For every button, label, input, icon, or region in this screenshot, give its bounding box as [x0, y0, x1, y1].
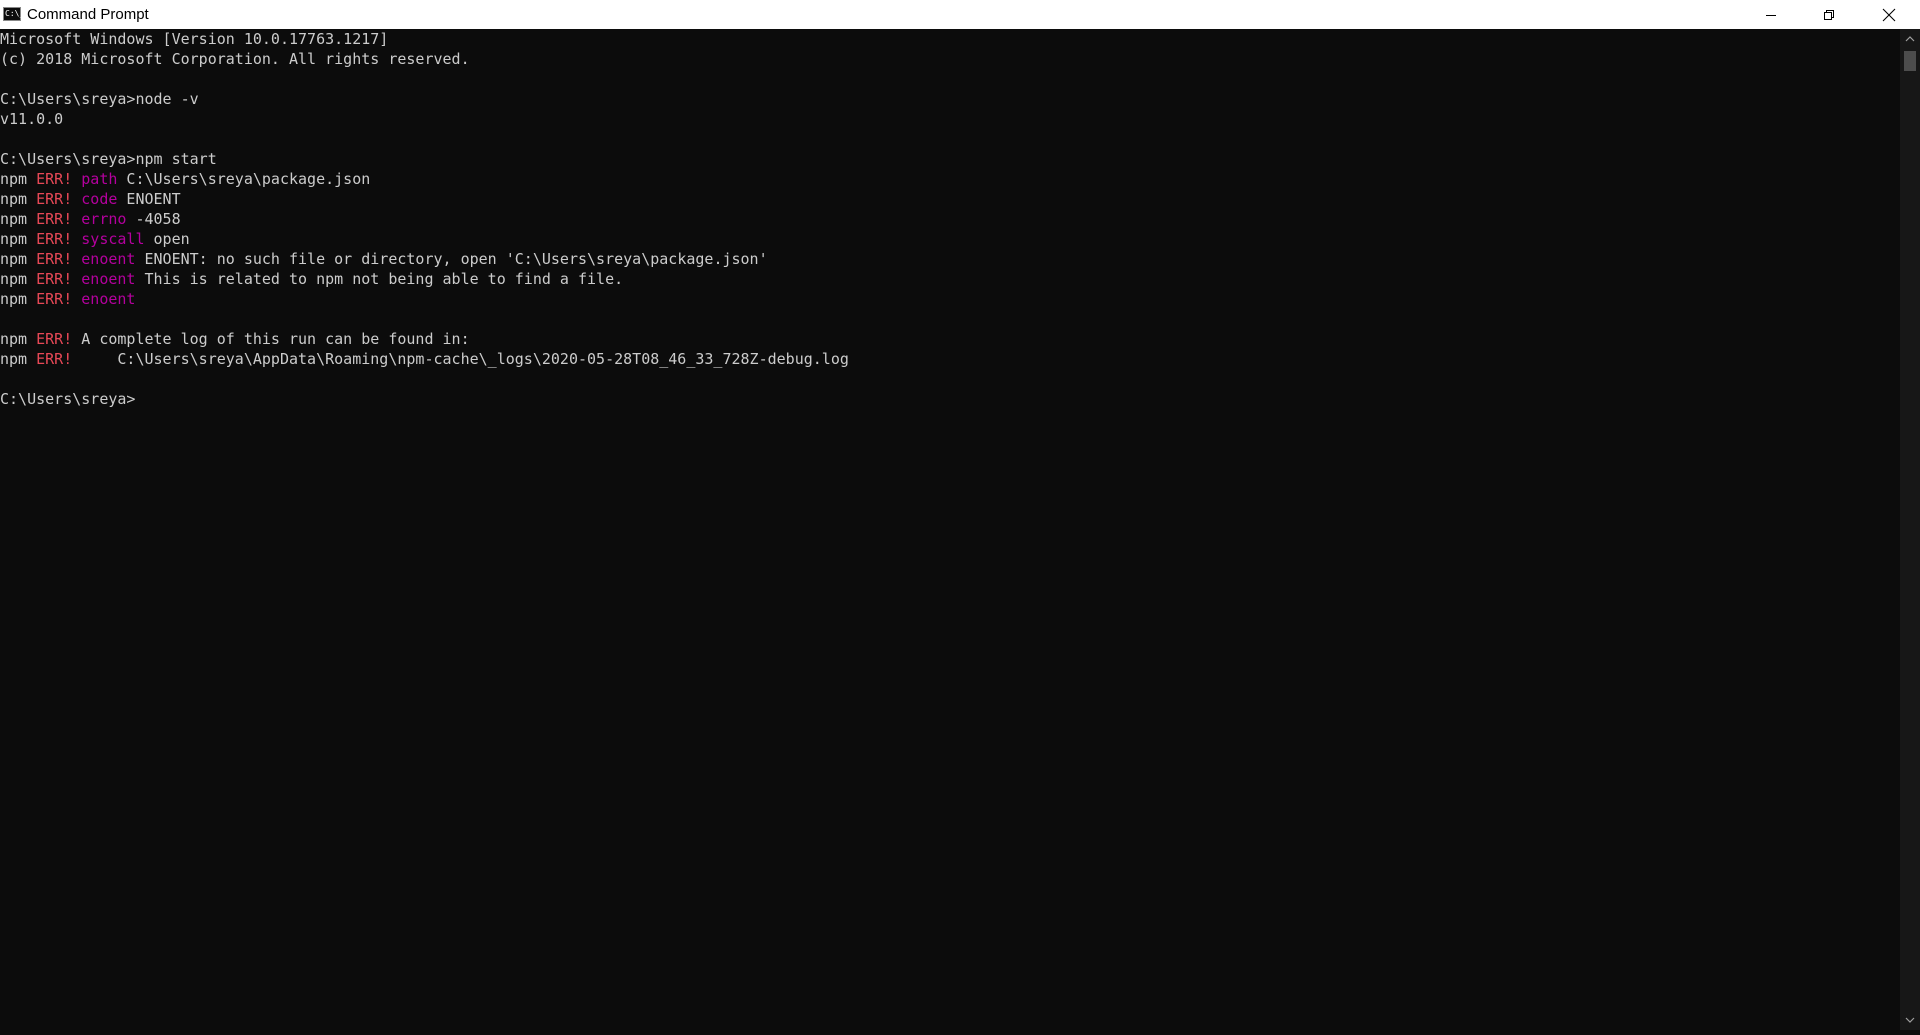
- scroll-up-arrow-icon: [1905, 36, 1915, 42]
- console-text: (c) 2018 Microsoft Corporation. All righ…: [0, 50, 470, 68]
- console-line: npm ERR! enoent ENOENT: no such file or …: [0, 249, 768, 269]
- console-line: npm ERR! enoent: [0, 289, 135, 309]
- close-icon: [1882, 8, 1896, 21]
- console-line: C:\Users\sreya>npm start: [0, 149, 217, 169]
- console-text: ENOENT: no such file or directory, open …: [135, 250, 768, 268]
- minimize-button[interactable]: [1742, 0, 1800, 29]
- error-field-key: enoent: [81, 250, 136, 268]
- error-field-key: errno: [81, 210, 127, 228]
- console-line: npm ERR! code ENOENT: [0, 189, 181, 209]
- command-prompt-window: C:\_ Command Prompt Microsoft Windows [V…: [0, 0, 1920, 1030]
- console-line: npm ERR! A complete log of this run can …: [0, 329, 470, 349]
- console-text: npm: [0, 270, 37, 288]
- console-text: v11.0.0: [0, 110, 64, 128]
- error-tag: ERR!: [36, 290, 73, 308]
- error-field-key: enoent: [81, 290, 136, 308]
- console-output[interactable]: Microsoft Windows [Version 10.0.17763.12…: [0, 29, 1900, 1030]
- console-text: A complete log of this run can be found …: [72, 330, 470, 348]
- scroll-up-button[interactable]: [1900, 29, 1920, 49]
- error-tag: ERR!: [36, 330, 73, 348]
- console-text: Microsoft Windows [Version 10.0.17763.12…: [0, 30, 389, 48]
- console-line: npm ERR! errno -4058: [0, 209, 181, 229]
- console-text: open: [144, 230, 190, 248]
- cmd-app-icon[interactable]: C:\_: [3, 7, 24, 21]
- error-field-key: syscall: [81, 230, 145, 248]
- title-bar[interactable]: C:\_ Command Prompt: [0, 0, 1920, 29]
- console-line: C:\Users\sreya>node -v: [0, 89, 199, 109]
- scroll-down-button[interactable]: [1900, 1010, 1920, 1030]
- error-field-key: enoent: [81, 270, 136, 288]
- console-text: npm: [0, 170, 37, 188]
- close-button[interactable]: [1858, 0, 1920, 29]
- error-field-key: path: [81, 170, 118, 188]
- error-tag: ERR!: [36, 190, 73, 208]
- restore-icon: [1824, 9, 1834, 20]
- restore-button[interactable]: [1800, 0, 1858, 29]
- console-line: npm ERR! C:\Users\sreya\AppData\Roaming\…: [0, 349, 849, 369]
- minimize-icon: [1766, 14, 1776, 16]
- console-text: ENOENT: [117, 190, 181, 208]
- console-text: npm: [0, 330, 37, 348]
- scroll-down-arrow-icon: [1905, 1017, 1915, 1023]
- scroll-thumb[interactable]: [1904, 51, 1916, 71]
- console-text: C:\Users\sreya\AppData\Roaming\npm-cache…: [72, 350, 849, 368]
- error-tag: ERR!: [36, 270, 73, 288]
- console-text: This is related to npm not being able to…: [135, 270, 624, 288]
- console-line: npm ERR! enoent This is related to npm n…: [0, 269, 623, 289]
- console-text: npm: [0, 190, 37, 208]
- console-line: (c) 2018 Microsoft Corporation. All righ…: [0, 49, 470, 69]
- error-tag: ERR!: [36, 170, 73, 188]
- console-text: C:\Users\sreya>: [0, 390, 136, 408]
- console-line: Microsoft Windows [Version 10.0.17763.12…: [0, 29, 388, 49]
- console-line: v11.0.0: [0, 109, 63, 129]
- console-text: C:\Users\sreya\package.json: [117, 170, 371, 188]
- vertical-scrollbar[interactable]: [1900, 29, 1920, 1030]
- console-text: C:\Users\sreya>npm start: [0, 150, 217, 168]
- console-line: npm ERR! syscall open: [0, 229, 190, 249]
- error-tag: ERR!: [36, 210, 73, 228]
- window-title: Command Prompt: [27, 6, 149, 23]
- console-text: C:\Users\sreya>node -v: [0, 90, 199, 108]
- console-text: npm: [0, 210, 37, 228]
- console-line: C:\Users\sreya>: [0, 389, 135, 409]
- console-text: npm: [0, 250, 37, 268]
- console-text: -4058: [126, 210, 181, 228]
- console-text: npm: [0, 350, 37, 368]
- console-line: npm ERR! path C:\Users\sreya\package.jso…: [0, 169, 370, 189]
- error-tag: ERR!: [36, 230, 73, 248]
- error-tag: ERR!: [36, 350, 73, 368]
- error-field-key: code: [81, 190, 118, 208]
- console-text: npm: [0, 230, 37, 248]
- error-tag: ERR!: [36, 250, 73, 268]
- console-text: npm: [0, 290, 37, 308]
